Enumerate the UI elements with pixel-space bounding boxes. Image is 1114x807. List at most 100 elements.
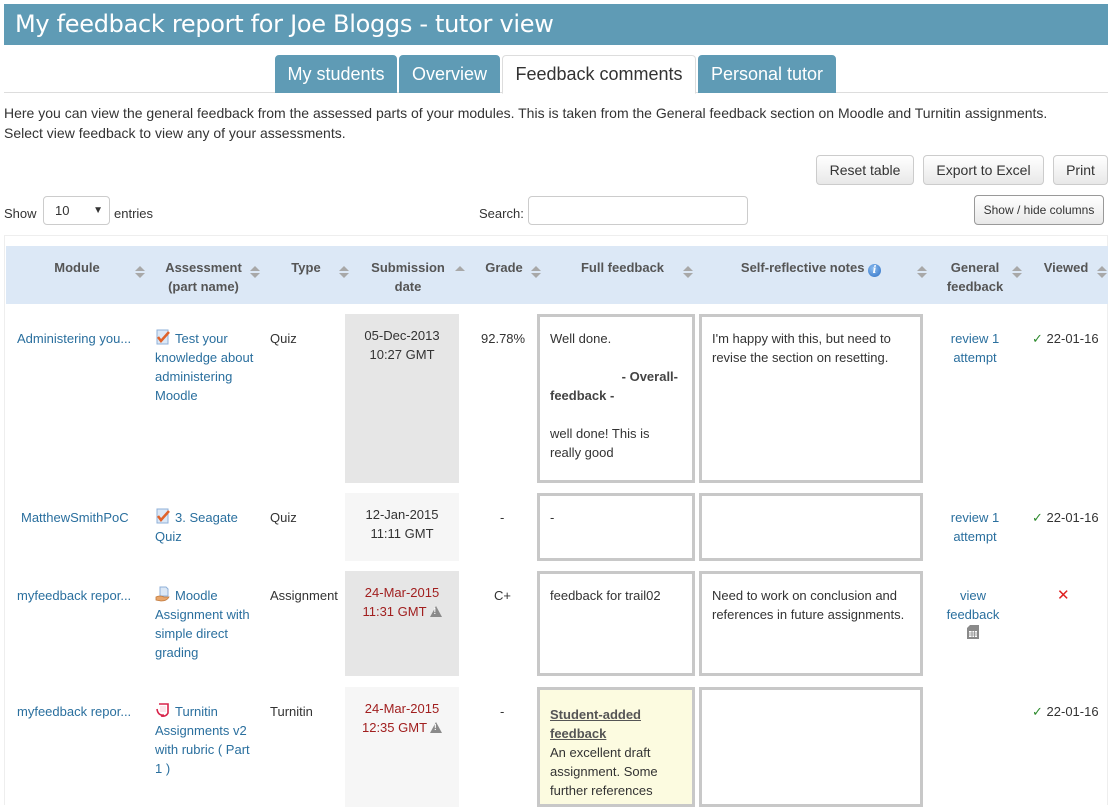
column-header-self-reflective-notes[interactable]: Self-reflective notes i (706, 258, 916, 277)
submission-time: 11:11 GMT (370, 526, 434, 541)
submission-date-cell: 24-Mar-2015 11:31 GMT (345, 571, 459, 676)
feedback-body: An excellent draft assignment. Some furt… (550, 745, 658, 798)
assessment-cell: Turnitin Assignments v2 with rubric ( Pa… (155, 702, 260, 778)
self-reflective-notes-box[interactable]: Need to work on conclusion and reference… (699, 571, 923, 676)
sort-icon[interactable] (250, 266, 260, 280)
tab-bar: My students Overview Feedback comments P… (4, 55, 1108, 94)
self-reflective-notes-box[interactable] (699, 687, 923, 807)
check-icon: ✓ (1032, 510, 1043, 525)
entries-select[interactable]: 10 ▼ (43, 196, 110, 225)
viewed-date: 22-01-16 (1046, 704, 1099, 719)
assessment-cell: Moodle Assignment with simple direct gra… (155, 586, 260, 662)
submission-time: 12:35 GMT (361, 720, 428, 735)
view-feedback-link[interactable]: view feedback (938, 586, 1008, 624)
self-reflective-notes-box[interactable] (699, 493, 923, 561)
check-icon: ✓ (1032, 704, 1043, 719)
intro-text: Here you can view the general feedback f… (4, 103, 1108, 143)
sort-icon[interactable] (1097, 266, 1107, 280)
warning-icon (429, 606, 442, 617)
assessment-cell: 3. Seagate Quiz (155, 508, 260, 546)
feedback-heading: - Overall- (621, 369, 678, 384)
sort-icon[interactable] (531, 266, 541, 280)
viewed-date: 22-01-16 (1046, 331, 1099, 346)
module-link[interactable]: myfeedback repor... (17, 586, 142, 605)
entries-value: 10 (55, 203, 70, 218)
feedback-intro: - (550, 510, 555, 525)
submission-date-cell: 24-Mar-2015 12:35 GMT (345, 687, 459, 807)
feedback-body: well done! This is really good (550, 426, 650, 460)
full-feedback-box: feedback for trail02 (537, 571, 695, 676)
student-added-feedback-heading: Student-added feedback (550, 707, 641, 741)
document-icon[interactable] (966, 624, 980, 640)
submission-date: 05-Dec-2013 (364, 328, 440, 343)
page-title: My feedback report for Joe Bloggs - tuto… (4, 4, 1108, 45)
submission-date: 12-Jan-2015 (365, 507, 439, 522)
feedback-intro: Well done. (550, 331, 612, 346)
table-header: Module Assessment (part name) Type Submi… (6, 246, 1108, 304)
general-feedback-link[interactable]: review 1 attempt (942, 329, 1008, 367)
sort-icon[interactable] (339, 266, 349, 280)
feedback-intro: feedback for trail02 (550, 588, 661, 603)
search-input[interactable] (528, 196, 748, 225)
column-header-type[interactable]: Type (272, 258, 340, 277)
intro-line-1: Here you can view the general feedback f… (4, 105, 1048, 121)
module-link[interactable]: Administering you... (17, 329, 142, 348)
entries-label: entries (114, 206, 154, 221)
type-cell: Quiz (270, 510, 297, 525)
feedback-heading-cont: feedback - (550, 388, 615, 403)
column-header-module[interactable]: Module (18, 258, 136, 277)
tab-feedback-comments[interactable]: Feedback comments (502, 55, 696, 94)
close-icon: ✕ (1057, 587, 1070, 604)
quiz-icon (156, 329, 170, 345)
check-icon: ✓ (1032, 331, 1043, 346)
turnitin-icon (156, 703, 169, 717)
module-link[interactable]: myfeedback repor... (17, 702, 142, 721)
column-header-viewed[interactable]: Viewed (1034, 258, 1098, 277)
column-header-self-reflective-notes-label: Self-reflective notes (740, 260, 865, 275)
sort-icon[interactable] (135, 266, 145, 280)
full-feedback-box: Student-added feedback An excellent draf… (537, 687, 695, 807)
general-feedback-link[interactable]: review 1 attempt (942, 508, 1008, 546)
submission-date: 24-Mar-2015 (364, 701, 440, 716)
sort-icon[interactable] (1012, 266, 1022, 280)
grade-cell: 92.78% (481, 331, 526, 346)
sort-icon[interactable] (683, 266, 693, 280)
module-link[interactable]: MatthewSmithPoC (21, 508, 146, 527)
full-feedback-box: Well done. - Overall- feedback - well do… (537, 314, 695, 483)
viewed-cell: ✕ (1057, 586, 1070, 605)
show-hide-columns-button[interactable]: Show / hide columns (974, 195, 1104, 225)
type-cell: Turnitin (270, 704, 313, 719)
sort-asc-icon[interactable] (455, 266, 465, 280)
viewed-cell: ✓ 22-01-16 (1032, 508, 1099, 527)
assessment-cell: Test your knowledge about administering … (155, 329, 260, 405)
search-label: Search: (479, 206, 524, 221)
column-header-assessment[interactable]: Assessment (part name) (156, 258, 251, 296)
warning-icon (430, 722, 443, 733)
print-button[interactable]: Print (1053, 155, 1108, 185)
intro-line-2: Select view feedback to view any of your… (4, 125, 346, 141)
viewed-cell: ✓ 22-01-16 (1032, 329, 1099, 348)
viewed-date: 22-01-16 (1046, 510, 1099, 525)
column-header-submission-date[interactable]: Submission date (358, 258, 458, 296)
quiz-icon (156, 508, 170, 524)
sort-icon[interactable] (917, 266, 927, 280)
type-cell: Assignment (270, 588, 338, 603)
caret-down-icon: ▼ (93, 205, 103, 216)
general-feedback-cell: view feedback (938, 586, 1008, 645)
grade-cell: C+ (494, 588, 511, 603)
submission-time: 11:31 GMT (362, 604, 427, 619)
tab-overview[interactable]: Overview (399, 55, 500, 93)
type-cell: Quiz (270, 331, 297, 346)
tab-personal-tutor[interactable]: Personal tutor (698, 55, 836, 93)
reset-table-button[interactable]: Reset table (816, 155, 914, 185)
column-header-grade[interactable]: Grade (476, 258, 532, 277)
submission-time: 10:27 GMT (369, 347, 435, 362)
info-icon[interactable]: i (868, 264, 882, 277)
grade-cell: - (500, 704, 505, 719)
column-header-full-feedback[interactable]: Full feedback (551, 258, 694, 277)
viewed-cell: ✓ 22-01-16 (1032, 702, 1099, 721)
export-excel-button[interactable]: Export to Excel (923, 155, 1044, 185)
tab-my-students[interactable]: My students (275, 55, 397, 93)
column-header-general-feedback[interactable]: General feedback (941, 258, 1009, 296)
self-reflective-notes-box[interactable]: I'm happy with this, but need to revise … (699, 314, 923, 483)
